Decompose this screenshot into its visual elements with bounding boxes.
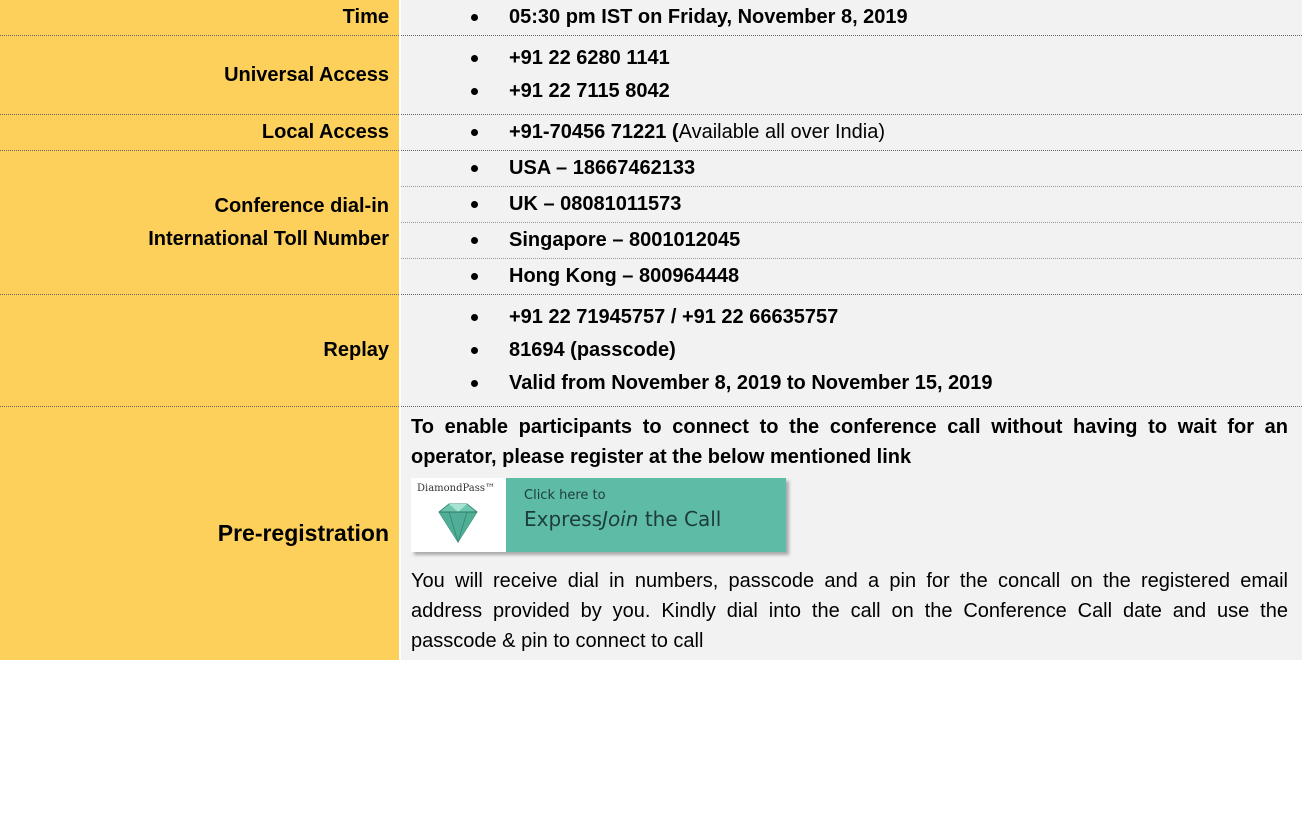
banner-title-suffix: the Call <box>638 507 722 531</box>
universal-number-1: +91 22 6280 1141 <box>411 42 1302 75</box>
universal-number-2: +91 22 7115 8042 <box>411 75 1302 108</box>
international-number: UK – 08081011573 <box>411 188 1302 221</box>
label-local-access: Local Access <box>0 114 401 151</box>
label-international: Conference dial-in International Toll Nu… <box>0 150 401 295</box>
replay-validity: Valid from November 8, 2019 to November … <box>411 367 1302 400</box>
diamondpass-logo: DiamondPass™ <box>411 478 506 552</box>
international-number: Hong Kong – 800964448 <box>411 260 1302 293</box>
international-number: USA – 18667462133 <box>411 152 1302 185</box>
row-replay: Replay +91 22 71945757 / +91 22 66635757… <box>0 294 1302 407</box>
banner-title-prefix: Express <box>524 507 603 531</box>
value-time: 05:30 pm IST on Friday, November 8, 2019 <box>400 0 1302 36</box>
value-pre-registration: To enable participants to connect to the… <box>400 406 1302 660</box>
expressjoin-banner-link[interactable]: DiamondPass™ Click here to ExpressJoin t… <box>411 478 786 552</box>
label-pre-registration: Pre-registration <box>0 406 401 660</box>
row-local-access: Local Access +91-70456 71221 (Available … <box>0 114 1302 151</box>
replay-passcode: 81694 (passcode) <box>411 334 1302 367</box>
diamondpass-brand: DiamondPass™ <box>417 483 496 494</box>
value-international-hongkong: Hong Kong – 800964448 <box>400 258 1302 295</box>
time-item: 05:30 pm IST on Friday, November 8, 2019 <box>411 1 1302 34</box>
label-universal-access: Universal Access <box>0 35 401 115</box>
row-universal-access: Universal Access +91 22 6280 1141 +91 22… <box>0 35 1302 115</box>
conference-details-table: Time 05:30 pm IST on Friday, November 8,… <box>0 0 1302 660</box>
local-number: +91-70456 71221 (Available all over Indi… <box>411 116 1302 149</box>
value-replay: +91 22 71945757 / +91 22 66635757 81694 … <box>400 294 1302 407</box>
label-replay: Replay <box>0 294 401 407</box>
prereg-intro: To enable participants to connect to the… <box>411 416 1288 468</box>
value-international-uk: UK – 08081011573 <box>400 186 1302 223</box>
international-number: Singapore – 8001012045 <box>411 224 1302 257</box>
row-international-1: Conference dial-in International Toll Nu… <box>0 150 1302 295</box>
banner-title-italic: Join <box>602 507 639 531</box>
local-number-text: +91-70456 71221 ( <box>509 121 679 143</box>
value-local-access: +91-70456 71221 (Available all over Indi… <box>400 114 1302 151</box>
row-pre-registration: Pre-registration To enable participants … <box>0 406 1302 660</box>
label-international-line2: International Toll Number <box>148 227 389 250</box>
banner-click-text: Click here to <box>524 488 606 503</box>
value-international-usa: USA – 18667462133 <box>400 150 1302 187</box>
diamond-icon <box>438 503 478 543</box>
row-time: Time 05:30 pm IST on Friday, November 8,… <box>0 0 1302 36</box>
value-universal-access: +91 22 6280 1141 +91 22 7115 8042 <box>400 35 1302 115</box>
label-time: Time <box>0 0 401 36</box>
prereg-note: You will receive dial in numbers, passco… <box>411 570 1288 652</box>
local-number-note: Available all over India) <box>678 121 886 143</box>
label-international-line1: Conference dial-in <box>214 194 389 217</box>
replay-numbers: +91 22 71945757 / +91 22 66635757 <box>411 301 1302 334</box>
value-international-singapore: Singapore – 8001012045 <box>400 222 1302 259</box>
banner-title: ExpressJoin the Call <box>524 507 786 531</box>
banner-body[interactable]: Click here to ExpressJoin the Call <box>506 478 786 552</box>
